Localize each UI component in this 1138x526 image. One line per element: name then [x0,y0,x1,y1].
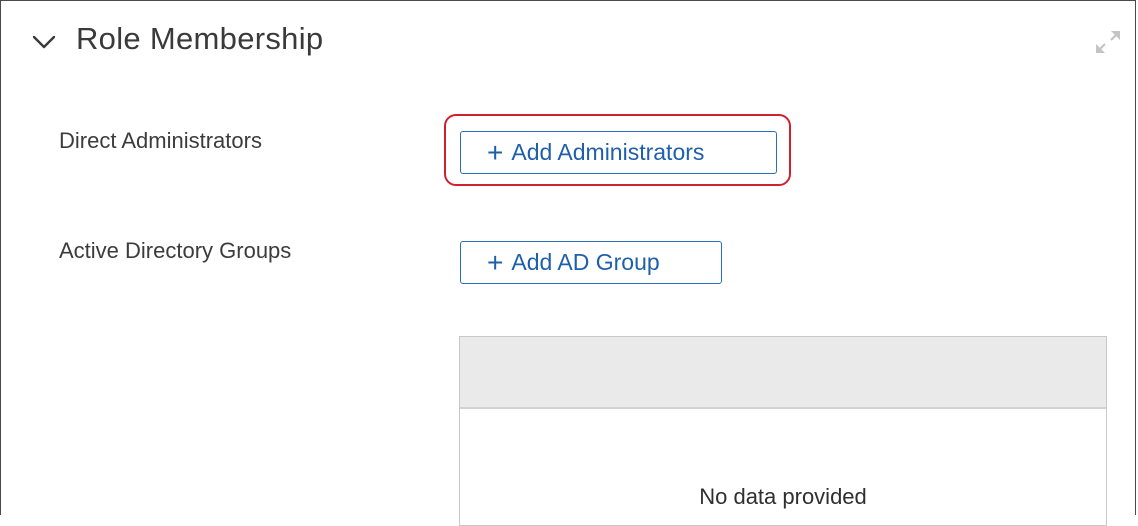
table-header [460,337,1106,409]
plus-icon: + [487,246,504,278]
plus-icon: + [487,136,504,168]
section-title: Role Membership [76,21,324,56]
role-membership-panel: Role Membership Direct Administrators + … [0,0,1136,526]
add-administrators-label: Add Administrators [511,139,705,165]
panel-header: Role Membership [1,1,1135,87]
active-directory-groups-label: Active Directory Groups [59,238,292,263]
empty-state-message: No data provided [699,484,867,509]
add-administrators-button[interactable]: + Add Administrators [460,131,777,174]
add-ad-group-label: Add AD Group [511,249,660,275]
direct-administrators-label: Direct Administrators [59,128,262,153]
expand-arrows-icon[interactable] [1093,27,1123,57]
chevron-down-icon[interactable] [31,29,57,55]
add-ad-group-button[interactable]: + Add AD Group [460,241,722,284]
ad-groups-table: No data provided [459,336,1107,526]
